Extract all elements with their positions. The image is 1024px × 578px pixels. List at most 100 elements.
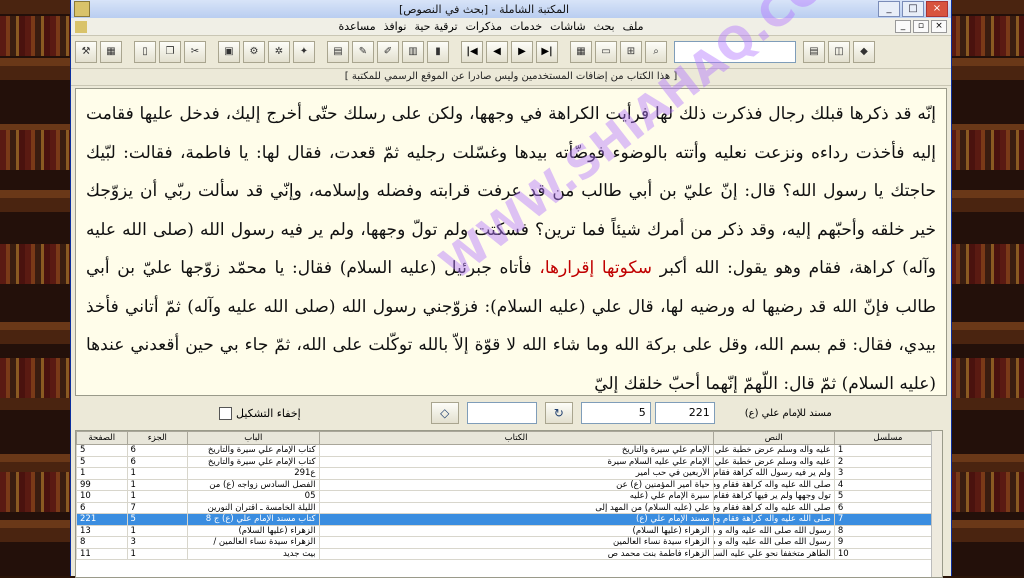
green-book-icon[interactable]: ◆ <box>853 41 875 63</box>
close-button[interactable]: × <box>926 1 948 17</box>
mdi-close-button[interactable]: × <box>930 20 947 33</box>
calculator-icon[interactable]: ▦ <box>100 41 122 63</box>
cell-serial: 5 <box>833 490 942 503</box>
book-label: مسند للإمام علي (ع) <box>744 407 832 419</box>
cell-chapter: كتاب مسند الإمام علي (ع) ج 8 <box>187 513 320 526</box>
open-book-button[interactable]: ◇ <box>430 402 459 424</box>
table-row[interactable]: 11 1 بيت جديد الزهراء فاطمة بنت محمد ص الطاه… <box>76 547 942 560</box>
blank-field[interactable] <box>466 402 537 424</box>
menu-search[interactable]: بحث <box>594 20 615 33</box>
cell-page: 221 <box>76 513 128 526</box>
cart-icon[interactable]: ⊞ <box>620 41 642 63</box>
results-table[interactable]: الصفحة الجزء الباب الكتاب النص مسلسل 56ك… <box>75 430 943 578</box>
table-row[interactable]: 13 1 الزهراء (عليها السلام) الزهراء (عليها … <box>76 524 942 537</box>
cell-book: الزهراء فاطمة بنت محمد ص <box>318 547 714 560</box>
background-bookshelf-right <box>950 0 1024 576</box>
brush-icon[interactable]: ✐ <box>377 41 399 63</box>
table-row[interactable]: 10 1 05 سيرة الإمام علي (عليه تول وجهها ولم … <box>76 490 942 503</box>
tools-icon[interactable]: ⚒ <box>75 41 97 63</box>
col-serial[interactable]: مسلسل <box>833 431 942 445</box>
cell-serial: 10 <box>833 547 942 560</box>
cell-text: الطاهر متخففا نحو علي عليه السلام وهو يق… <box>712 547 835 560</box>
previous-page-button[interactable]: ◀ <box>486 41 508 63</box>
last-page-button[interactable]: ▶| <box>536 41 558 63</box>
next-page-button[interactable]: ▶ <box>511 41 533 63</box>
search-icon[interactable]: ⌕ <box>645 41 667 63</box>
book-text-area[interactable]: إنّه قد ذكرها قبلك رجال فذكرت ذلك لها فر… <box>75 88 947 396</box>
book-icon[interactable]: ▮ <box>427 41 449 63</box>
cell-serial: 8 <box>833 524 942 537</box>
table-row[interactable]: 5 6 كتاب الإمام علي سيرة والتاريخ الإمام عل… <box>76 455 942 468</box>
cell-chapter: ع291 <box>187 467 320 480</box>
maximize-button[interactable]: □ <box>902 1 924 17</box>
books-row <box>950 130 1024 170</box>
mdi-minimize-button[interactable]: _ <box>894 20 911 33</box>
menu-help[interactable]: مساعدة <box>338 20 375 33</box>
table-row[interactable]: 221 5 كتاب مسند الإمام علي (ع) ج 8 مسند الإ… <box>76 513 942 526</box>
pencil-icon[interactable]: ✎ <box>352 41 374 63</box>
menu-windows[interactable]: نوافذ <box>384 20 407 33</box>
mdi-restore-button[interactable]: ▫ <box>912 20 929 33</box>
open-book-icon[interactable]: ◫ <box>828 41 850 63</box>
image-icon[interactable]: ▤ <box>327 41 349 63</box>
title-bar[interactable]: المكتبة الشاملة - [بحث في النصوص] _ □ × <box>71 0 951 18</box>
menu-services[interactable]: خدمات <box>510 20 542 33</box>
cell-serial: 2 <box>833 455 942 468</box>
cell-book: الزهراء سيدة نساء العالمين <box>318 536 714 549</box>
folder-icon[interactable]: ▭ <box>595 41 617 63</box>
books-row <box>950 358 1024 398</box>
cell-book: الإمام علي عليه السلام سيرة <box>318 455 714 468</box>
menu-live-update[interactable]: ترقية حية <box>414 20 457 33</box>
book-text-part2: فأتاه جبرئيل (عليه السلام) فقال: يا محمّ… <box>86 258 936 394</box>
box-icon[interactable]: ▣ <box>218 41 240 63</box>
first-page-button[interactable]: |◀ <box>461 41 483 63</box>
table-row[interactable]: 8 3 الزهراء سيدة نساء العالمين / الزهراء سي… <box>76 536 942 549</box>
cell-page: 11 <box>76 547 128 560</box>
col-text[interactable]: النص <box>712 431 835 445</box>
minimize-button[interactable]: _ <box>878 1 900 17</box>
part-field[interactable]: 5 <box>580 402 651 424</box>
gear-icon[interactable]: ⚙ <box>243 41 265 63</box>
cell-text: صلى الله عليه وآله كراهة فقام وهو يقول ا… <box>712 501 835 514</box>
settings-icon[interactable]: ✲ <box>268 41 290 63</box>
page-field[interactable]: 221 <box>654 402 715 424</box>
cell-chapter: الفصل السادس زواجه (ع) من <box>187 478 320 491</box>
menu-app-icon <box>75 20 87 33</box>
col-book[interactable]: الكتاب <box>318 431 714 445</box>
menu-bar: ملف بحث شاشات خدمات مذكرات ترقية حية نوا… <box>71 18 951 36</box>
table-scrollbar[interactable] <box>931 431 942 577</box>
table-row[interactable]: 99 1 الفصل السادس زواجه (ع) من حياة أمير ال… <box>76 478 942 491</box>
menu-notes[interactable]: مذكرات <box>466 20 502 33</box>
books-icon[interactable]: ▤ <box>803 41 825 63</box>
cell-page: 13 <box>76 524 128 537</box>
cell-serial: 9 <box>833 536 942 549</box>
results-grid: الصفحة الجزء الباب الكتاب النص مسلسل 56ك… <box>76 431 942 560</box>
cell-part: 1 <box>126 478 189 491</box>
cell-page: 5 <box>76 455 128 468</box>
menu-file[interactable]: ملف <box>623 20 644 33</box>
library-icon[interactable]: ▦ <box>570 41 592 63</box>
cell-page: 8 <box>76 536 128 549</box>
hide-diacritics-checkbox[interactable] <box>219 406 232 420</box>
table-row[interactable]: 1 1 ع291 الأربعين في حب أمير ولم ير فيه رسول… <box>76 467 942 480</box>
col-page[interactable]: الصفحة <box>76 431 128 445</box>
table-row[interactable]: 6 7 الليلة الخامسة ـ اقتران النورين علي (عل… <box>76 501 942 514</box>
cell-serial: 3 <box>833 467 942 480</box>
scissors-icon[interactable]: ✂ <box>184 41 206 63</box>
toolbar-search-input[interactable] <box>674 41 796 63</box>
cell-part: 3 <box>126 536 189 549</box>
col-chapter[interactable]: الباب <box>187 431 320 445</box>
copy-icon[interactable]: ❐ <box>159 41 181 63</box>
cell-part: 1 <box>126 467 189 480</box>
books-row <box>0 244 70 284</box>
table-icon[interactable]: ▥ <box>402 41 424 63</box>
table-row[interactable]: 5 6 كتاب الإمام علي سيرة والتاريخ الإمام عل… <box>76 444 942 457</box>
cell-serial: 7 <box>833 513 942 526</box>
page-icon[interactable]: ▯ <box>134 41 156 63</box>
menu-screens[interactable]: شاشات <box>550 20 586 33</box>
cell-book: الزهراء (عليها السلام) <box>318 524 714 537</box>
col-part[interactable]: الجزء <box>126 431 189 445</box>
star-icon[interactable]: ✦ <box>293 41 315 63</box>
books-row <box>0 16 70 56</box>
refresh-button[interactable]: ↻ <box>544 402 573 424</box>
